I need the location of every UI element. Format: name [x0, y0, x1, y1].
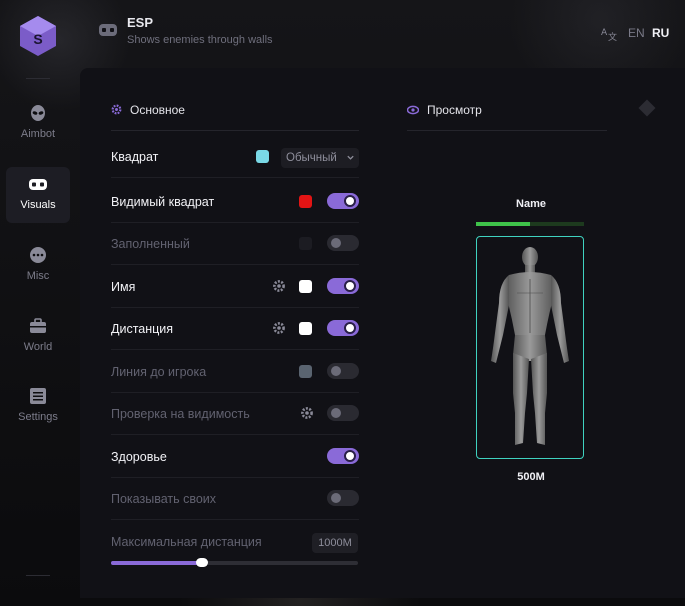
- setting-row-show-team: Показывать своих: [111, 478, 359, 520]
- preview-esp-box: [476, 236, 584, 459]
- gear-icon[interactable]: [300, 406, 314, 420]
- color-swatch[interactable]: [299, 237, 312, 250]
- chat-dots-icon: [30, 247, 46, 263]
- setting-row-health: Здоровье: [111, 436, 359, 478]
- sidebar-item-visuals[interactable]: Visuals: [6, 167, 70, 223]
- section-title-preview: Просмотр: [427, 103, 482, 117]
- lang-en-option[interactable]: EN: [628, 26, 645, 40]
- color-swatch[interactable]: [299, 365, 312, 378]
- setting-label: Показывать своих: [111, 492, 217, 506]
- health-bar-fill: [476, 222, 530, 226]
- alien-icon: [31, 105, 45, 121]
- main-panel: Основное Квадрат Обычный Видимый квадрат…: [80, 68, 685, 598]
- setting-row-visible-box: Видимый квадрат: [111, 181, 359, 223]
- sidebar-item-misc[interactable]: Misc: [6, 238, 70, 294]
- setting-row-box: Квадрат Обычный: [111, 136, 359, 178]
- preview-player-name: Name: [516, 198, 546, 210]
- sidebar-divider: [26, 78, 50, 79]
- toggle-switch[interactable]: [327, 490, 359, 506]
- preview-health-bar: [476, 222, 584, 226]
- svg-text:文: 文: [608, 31, 617, 41]
- section-divider: [111, 130, 359, 131]
- setting-label: Проверка на видимость: [111, 407, 250, 421]
- section-divider: [407, 130, 607, 131]
- sidebar-item-aimbot[interactable]: Aimbot: [6, 96, 70, 152]
- setting-row-filled: Заполненный: [111, 223, 359, 265]
- player-model-figure: [491, 247, 569, 445]
- lang-ru-option[interactable]: RU: [652, 26, 669, 40]
- select-value: Обычный: [286, 152, 337, 164]
- gear-icon[interactable]: [272, 321, 286, 335]
- sidebar-item-label: Aimbot: [20, 128, 56, 140]
- setting-row-distance: Дистанция: [111, 308, 359, 350]
- row-divider: [111, 349, 359, 350]
- setting-label: Имя: [111, 280, 136, 294]
- gear-icon: [111, 104, 122, 115]
- toggle-switch[interactable]: [327, 363, 359, 379]
- sidebar-item-label: Visuals: [20, 199, 56, 211]
- color-swatch[interactable]: [299, 322, 312, 335]
- sidebar-item-world[interactable]: World: [6, 309, 70, 365]
- setting-label: Линия до игрока: [111, 365, 207, 379]
- chevron-down-icon: [347, 155, 354, 160]
- sidebar-item-label: Settings: [18, 411, 58, 423]
- toggle-switch[interactable]: [327, 448, 359, 464]
- row-divider: [111, 434, 359, 435]
- toggle-switch[interactable]: [327, 405, 359, 421]
- color-swatch[interactable]: [299, 280, 312, 293]
- help-icon[interactable]: [638, 99, 656, 117]
- setting-row-visibility-check: Проверка на видимость: [111, 393, 359, 435]
- sidebar-item-settings[interactable]: Settings: [6, 379, 70, 435]
- color-swatch[interactable]: [299, 195, 312, 208]
- max-distance-slider[interactable]: [111, 558, 358, 567]
- slider-fill: [111, 561, 203, 565]
- toggle-switch[interactable]: [327, 193, 359, 209]
- toggle-switch[interactable]: [327, 320, 359, 336]
- row-divider: [111, 177, 359, 178]
- setting-label: Видимый квадрат: [111, 195, 215, 209]
- svg-text:A: A: [601, 28, 608, 38]
- eye-icon: [407, 105, 419, 115]
- setting-label: Заполненный: [111, 237, 190, 251]
- feature-subtitle: Shows enemies through walls: [127, 34, 273, 46]
- vr-goggles-icon: [99, 24, 117, 36]
- app-logo: S: [20, 16, 56, 56]
- color-swatch[interactable]: [256, 150, 269, 163]
- setting-row-snapline: Линия до игрока: [111, 351, 359, 393]
- svg-text:S: S: [33, 31, 42, 47]
- feature-title: ESP: [127, 15, 154, 30]
- setting-label: Здоровье: [111, 450, 167, 464]
- box-style-select[interactable]: Обычный: [281, 148, 359, 168]
- preview-distance: 500M: [517, 471, 545, 483]
- slider-handle[interactable]: [196, 558, 209, 567]
- row-divider: [111, 519, 359, 520]
- setting-row-name: Имя: [111, 266, 359, 308]
- setting-label: Квадрат: [111, 150, 159, 164]
- gear-icon[interactable]: [272, 279, 286, 293]
- sidebar-divider: [26, 575, 50, 576]
- list-icon: [30, 388, 46, 404]
- setting-label: Максимальная дистанция: [111, 535, 262, 549]
- row-divider: [111, 264, 359, 265]
- max-distance-value[interactable]: 1000M: [312, 533, 358, 553]
- translate-icon: A 文: [601, 28, 617, 41]
- section-title-main: Основное: [130, 103, 185, 117]
- setting-label: Дистанция: [111, 322, 174, 336]
- toggle-switch[interactable]: [327, 278, 359, 294]
- vr-goggles-icon: [29, 179, 47, 190]
- briefcase-icon: [30, 318, 46, 333]
- sidebar-item-label: Misc: [26, 270, 50, 282]
- toggle-switch[interactable]: [327, 235, 359, 251]
- sidebar-item-label: World: [23, 341, 53, 353]
